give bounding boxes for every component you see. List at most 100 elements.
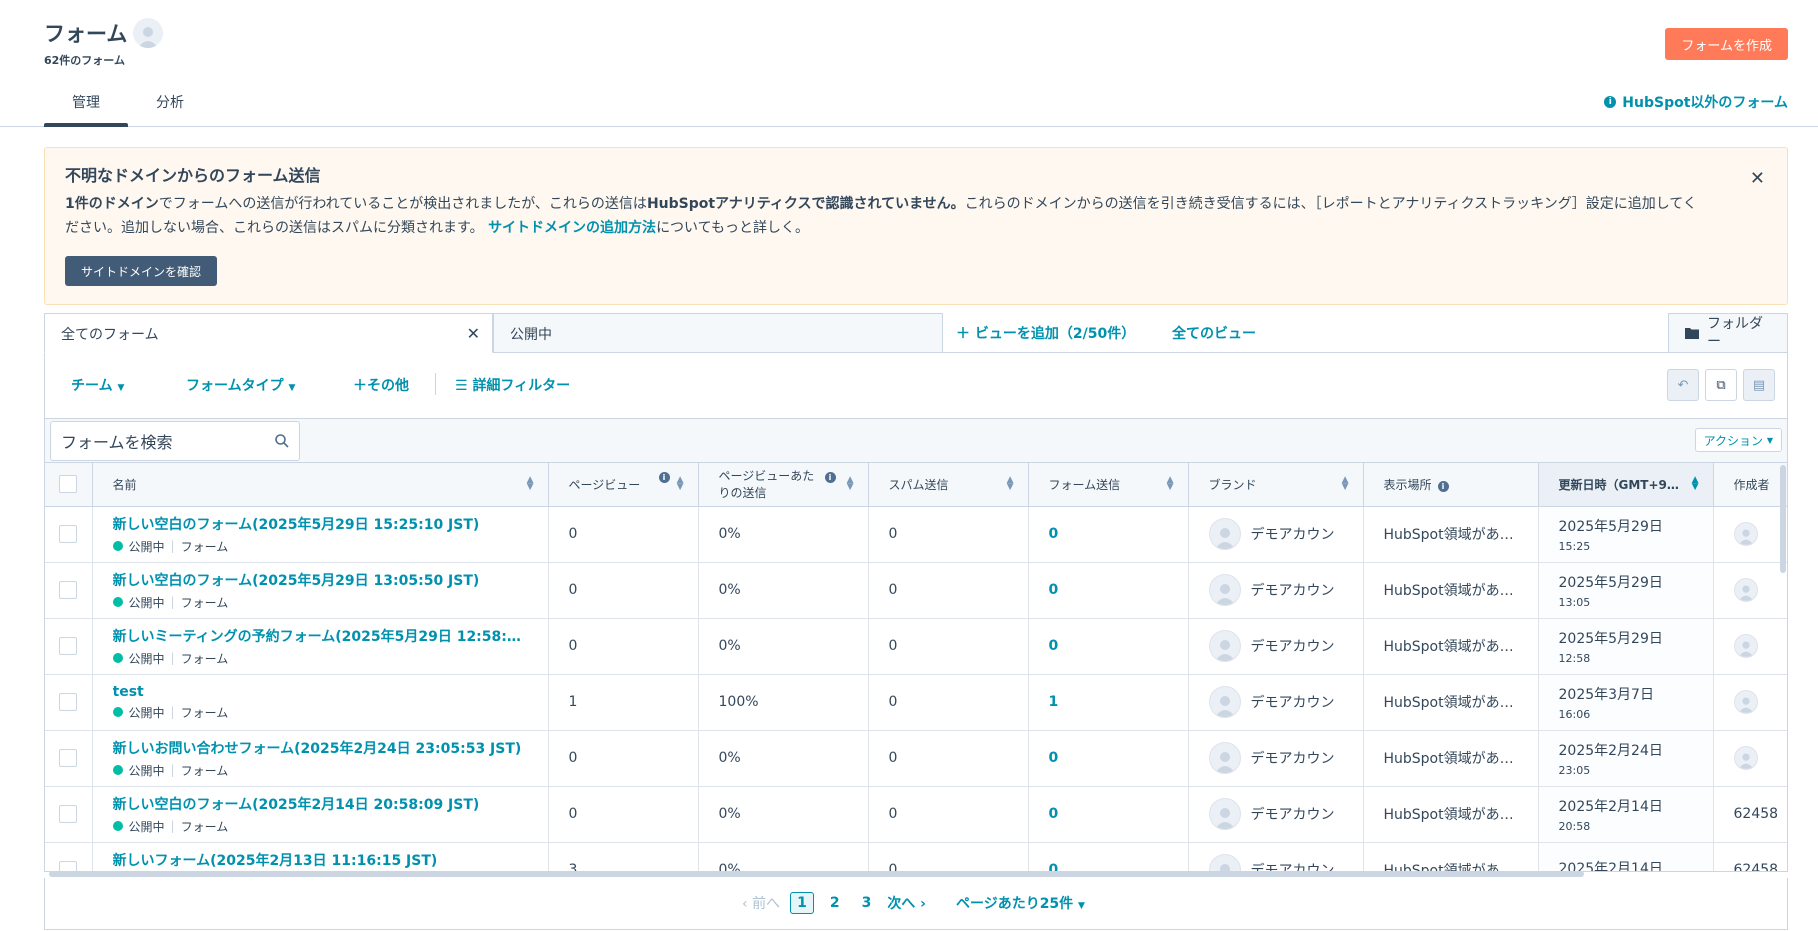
sort-icon[interactable]: ▲ ▼ xyxy=(1342,476,1349,492)
tab-analyze[interactable]: 分析 xyxy=(156,92,184,112)
pageviews-cell: 3 xyxy=(548,842,699,871)
row-checkbox[interactable] xyxy=(59,637,78,655)
vertical-scrollbar[interactable] xyxy=(1780,465,1786,573)
submissions-link[interactable]: 0 xyxy=(1049,638,1059,654)
submission-rate-cell: 100% xyxy=(698,674,869,731)
team-filter[interactable]: チーム ▼ xyxy=(71,375,124,395)
table-row[interactable]: 新しい空白のフォーム(2025年5月29日 13:05:50 JST) 公開中 … xyxy=(45,562,1787,619)
sort-icon[interactable]: ▲ ▼ xyxy=(1007,476,1014,492)
caret-down-icon: ▼ xyxy=(1766,435,1773,445)
add-view-button[interactable]: ＋ ビューを追加（2/50件） xyxy=(956,323,1135,343)
undo-icon[interactable]: ↶ xyxy=(1667,369,1699,401)
table-row[interactable]: 新しいフォーム(2025年2月13日 11:16:15 JST) 公開中 | フ… xyxy=(45,842,1787,871)
actions-dropdown[interactable]: アクション ▼ xyxy=(1694,428,1782,452)
close-icon[interactable]: ✕ xyxy=(467,324,480,343)
page-1-button[interactable]: 1 xyxy=(790,892,814,914)
form-name-link[interactable]: test xyxy=(113,684,528,700)
form-name-link[interactable]: 新しい空白のフォーム(2025年2月14日 20:58:09 JST) xyxy=(113,794,528,814)
page-title: フォーム xyxy=(44,22,128,46)
row-checkbox[interactable] xyxy=(59,693,78,711)
submissions-link[interactable]: 0 xyxy=(1049,582,1059,598)
sort-icon[interactable]: ▲ ▼ xyxy=(527,476,534,492)
form-name-link[interactable]: 新しいミーティングの予約フォーム(2025年5月29日 12:58:18 … xyxy=(113,626,528,646)
sort-icon[interactable]: ▲ ▼ xyxy=(847,476,854,492)
brand-name: デモアカウン xyxy=(1250,639,1335,655)
row-checkbox[interactable] xyxy=(59,749,78,767)
table-row[interactable]: 新しいミーティングの予約フォーム(2025年5月29日 12:58:18 … 公… xyxy=(45,618,1787,675)
page-2-button[interactable]: 2 xyxy=(824,893,846,913)
avatar[interactable] xyxy=(133,18,164,48)
form-name-link[interactable]: 新しい空白のフォーム(2025年5月29日 15:25:10 JST) xyxy=(113,514,528,534)
sort-icon[interactable]: ▲ ▼ xyxy=(1167,476,1174,492)
pageviews-cell: 0 xyxy=(548,618,699,675)
form-type-filter[interactable]: フォームタイプ ▼ xyxy=(186,375,295,395)
select-all-checkbox[interactable] xyxy=(59,475,78,494)
next-page-button[interactable]: 次へ › xyxy=(887,893,926,913)
column-header-location[interactable]: 表示場所 i xyxy=(1363,463,1539,507)
form-name-link[interactable]: 新しい空白のフォーム(2025年5月29日 13:05:50 JST) xyxy=(113,570,528,590)
sort-desc-icon[interactable]: ▲ ▼ xyxy=(1692,476,1699,492)
table-row[interactable]: 新しい空白のフォーム(2025年5月29日 15:25:10 JST) 公開中 … xyxy=(45,506,1787,563)
per-page-dropdown[interactable]: ページあたり25件 ▼ xyxy=(956,893,1085,913)
view-tab-all-forms[interactable]: 全てのフォーム ✕ xyxy=(44,313,493,353)
table-row[interactable]: 新しい空白のフォーム(2025年2月14日 20:58:09 JST) 公開中 … xyxy=(45,786,1787,843)
copy-icon[interactable]: ⧉ xyxy=(1705,369,1737,401)
submission-rate-cell: 0% xyxy=(698,562,869,619)
column-header-submission-rate[interactable]: ページビューあたりの送信 i ▲ ▼ xyxy=(698,463,869,507)
alert-text-2: でフォームへの送信が行われていることが検出されましたが、これらの送信は xyxy=(158,196,647,212)
external-forms-link[interactable]: i HubSpot以外のフォーム xyxy=(1604,92,1788,112)
review-domains-button[interactable]: サイトドメインを確認 xyxy=(65,256,218,286)
filter-bar: チーム ▼ フォームタイプ ▼ ＋その他 ☰ 詳細フィルター ↶ ⧉ ▤ xyxy=(44,353,1788,418)
column-header-creator[interactable]: 作成者 xyxy=(1713,463,1787,507)
row-checkbox[interactable] xyxy=(59,525,78,543)
column-header-submissions[interactable]: フォーム送信 ▲ ▼ xyxy=(1028,463,1189,507)
search-input[interactable]: フォームを検索 xyxy=(50,421,300,461)
status-dot-icon xyxy=(112,597,123,607)
create-form-button[interactable]: フォームを作成 xyxy=(1665,28,1788,60)
submissions-link[interactable]: 0 xyxy=(1049,806,1059,822)
status-label: 公開中 xyxy=(128,539,165,554)
folder-button[interactable]: フォルダー xyxy=(1668,313,1788,353)
column-header-spam[interactable]: スパム送信 ▲ ▼ xyxy=(868,463,1029,507)
column-header-brand[interactable]: ブランド ▲ ▼ xyxy=(1188,463,1364,507)
more-filters-button[interactable]: ＋その他 xyxy=(353,375,409,395)
submissions-link[interactable]: 1 xyxy=(1049,694,1059,710)
submission-rate-cell: 0% xyxy=(698,730,869,787)
external-forms-label: HubSpot以外のフォーム xyxy=(1622,95,1788,111)
column-header-updated[interactable]: 更新日時（GMT+9… ▲ ▼ xyxy=(1538,463,1714,507)
creator-id: 62458 xyxy=(1733,806,1779,822)
form-name-link[interactable]: 新しいフォーム(2025年2月13日 11:16:15 JST) xyxy=(113,850,528,870)
horizontal-scrollbar[interactable] xyxy=(49,871,1584,877)
all-views-link[interactable]: 全てのビュー xyxy=(1172,323,1256,343)
separator: | xyxy=(170,819,175,833)
updated-time: 12:58 xyxy=(1558,651,1591,665)
save-icon[interactable]: ▤ xyxy=(1743,369,1775,401)
status-label: 公開中 xyxy=(128,595,165,610)
advanced-filters-button[interactable]: ☰ 詳細フィルター xyxy=(455,375,570,395)
form-count: 62件のフォーム xyxy=(44,54,125,67)
tab-manage[interactable]: 管理 xyxy=(72,92,100,112)
info-icon[interactable]: i xyxy=(658,472,670,483)
view-tab-label: 全てのフォーム xyxy=(61,327,159,343)
row-checkbox[interactable] xyxy=(59,805,78,823)
submissions-link[interactable]: 0 xyxy=(1049,526,1059,542)
add-domain-help-link[interactable]: サイトドメインの追加方法 xyxy=(488,220,656,236)
column-header-pageviews[interactable]: ページビュー i ▲ ▼ xyxy=(548,463,699,507)
form-type-label: フォーム xyxy=(180,595,229,610)
form-name-link[interactable]: 新しいお問い合わせフォーム(2025年2月24日 23:05:53 JST) xyxy=(113,738,528,758)
info-icon[interactable]: i xyxy=(824,472,836,483)
sort-icon[interactable]: ▲ ▼ xyxy=(677,476,684,492)
info-icon[interactable]: i xyxy=(1437,480,1449,492)
updated-time: 13:05 xyxy=(1558,595,1591,609)
submissions-link[interactable]: 0 xyxy=(1049,750,1059,766)
view-tabs: 全てのフォーム ✕ 公開中 ＋ ビューを追加（2/50件） 全てのビュー フォル… xyxy=(44,313,1788,353)
column-header-name[interactable]: 名前 ▲ ▼ xyxy=(92,463,549,507)
location-cell: HubSpot領域があ… xyxy=(1363,842,1539,871)
table-row[interactable]: 新しいお問い合わせフォーム(2025年2月24日 23:05:53 JST) 公… xyxy=(45,730,1787,787)
row-checkbox[interactable] xyxy=(59,581,78,599)
view-tab-published[interactable]: 公開中 xyxy=(493,313,943,353)
close-icon[interactable]: ✕ xyxy=(1750,168,1765,189)
prev-page-button[interactable]: ‹ 前へ xyxy=(742,893,780,913)
table-row[interactable]: test 公開中 | フォーム 1 100% 0 1 デモアカウン HubSpo… xyxy=(45,674,1787,731)
page-3-button[interactable]: 3 xyxy=(856,893,878,913)
